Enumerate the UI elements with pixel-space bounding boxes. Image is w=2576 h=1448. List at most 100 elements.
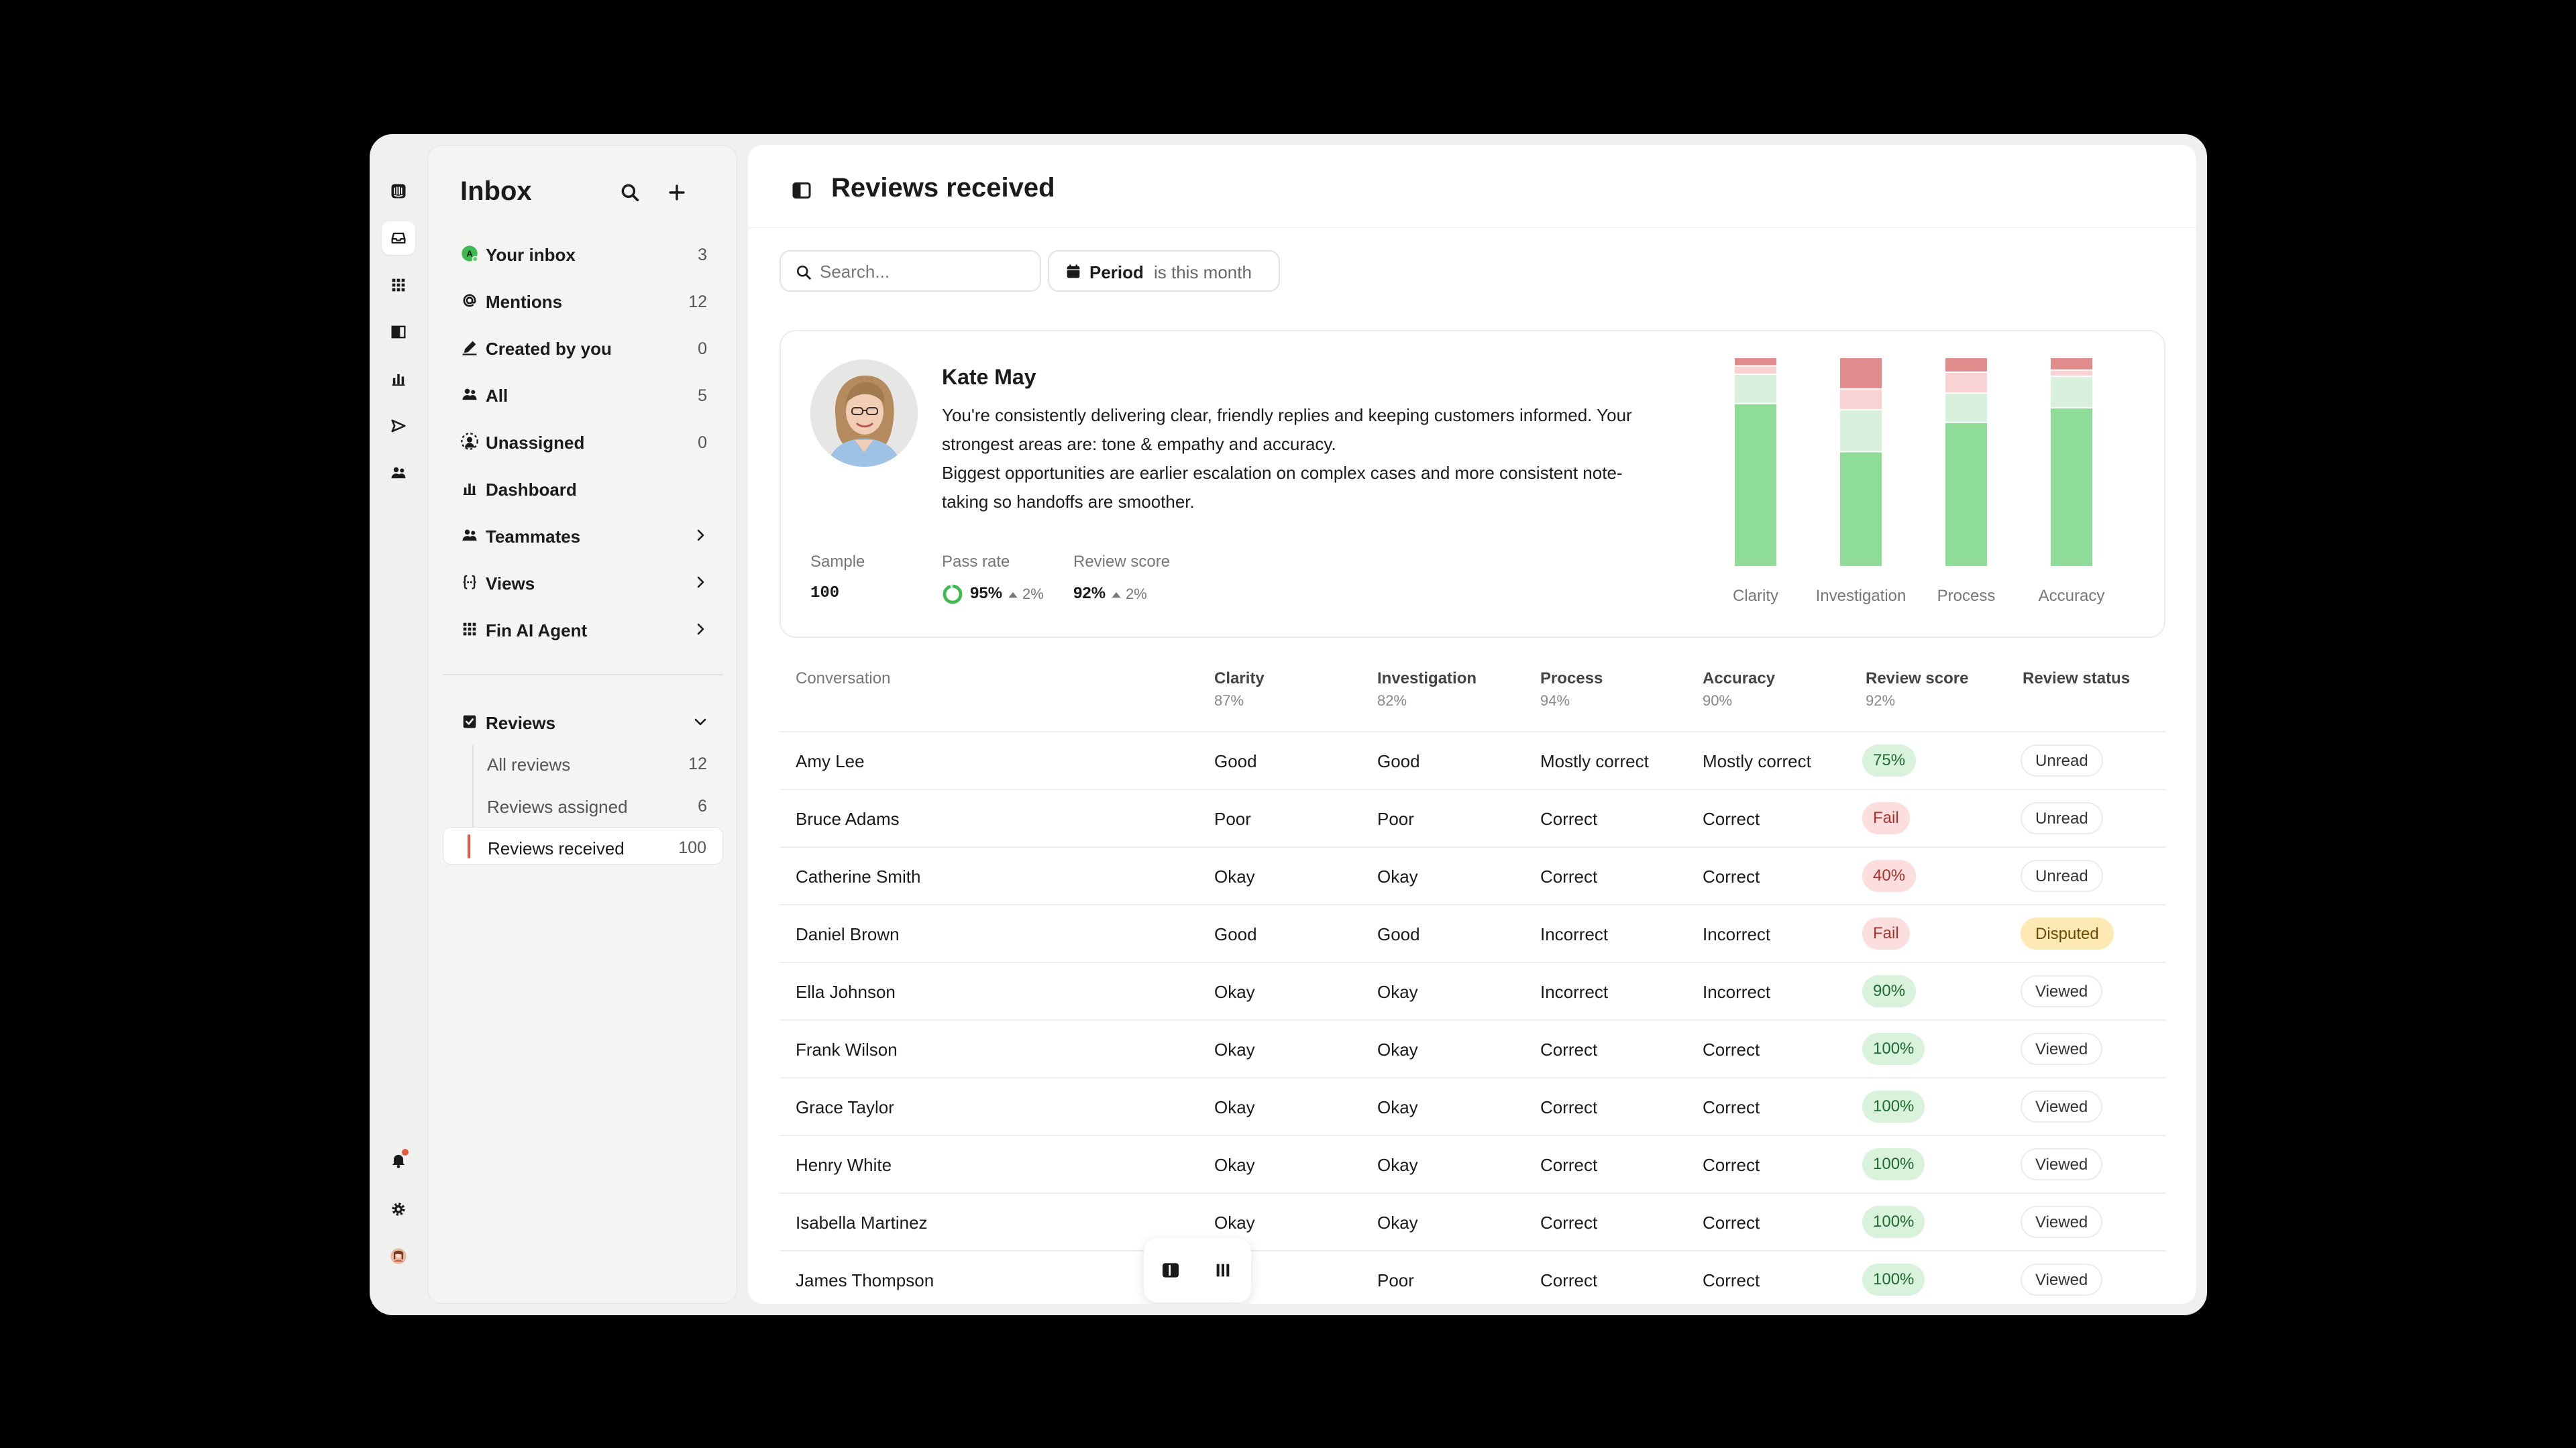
pass-rate-ring-icon [943, 584, 963, 604]
table-row[interactable]: Isabella Martinez Okay Okay Correct Correct 1… [780, 1192, 2165, 1250]
chevron-right-icon[interactable] [692, 621, 708, 637]
review-score-badge: 100% [1862, 1264, 1925, 1296]
cell-investigation: Poor [1377, 809, 1414, 829]
review-score-badge: 75% [1862, 744, 1917, 777]
people-icon [462, 529, 477, 541]
table-row[interactable]: Amy Lee Good Good Mostly correct Mostly corr… [780, 731, 2165, 789]
nav-item-all[interactable]: All 5 [443, 374, 723, 415]
period-filter[interactable]: Period is this month [1048, 250, 1280, 292]
nav-item-dashboard[interactable]: Dashboard [443, 467, 723, 509]
column-header-review-score[interactable]: Review score 92% [1866, 669, 1968, 710]
table-row[interactable]: Catherine Smith Okay Okay Correct Correct 40%… [780, 846, 2165, 904]
column-header-average: 82% [1377, 692, 1407, 709]
cell-accuracy: Incorrect [1703, 982, 1771, 1002]
bar-segment-accuracy-2 [2051, 370, 2092, 376]
panel-toggle-icon[interactable] [790, 178, 814, 203]
nav-item-your-inbox[interactable]: A Your inbox 3 [443, 233, 723, 274]
bar-chart-icon [463, 484, 476, 496]
cell-clarity: Okay [1214, 1040, 1255, 1060]
review-status-badge[interactable]: Unread [2021, 860, 2103, 892]
table-row[interactable]: Bruce Adams Poor Poor Correct Correct Fail Unr… [780, 789, 2165, 846]
nav-item-reviews[interactable]: Reviews [443, 701, 723, 742]
review-status-badge[interactable]: Viewed [2021, 1091, 2103, 1123]
review-status-badge[interactable]: Unread [2021, 744, 2103, 777]
review-score-badge: 40% [1862, 860, 1917, 892]
table-row[interactable]: Henry White Okay Okay Correct Correct 100% Vie… [780, 1135, 2165, 1192]
review-status-badge[interactable]: Viewed [2021, 1264, 2103, 1296]
review-status-badge[interactable]: Viewed [2021, 975, 2103, 1007]
column-header-accuracy[interactable]: Accuracy 90% [1703, 669, 1775, 710]
column-header-average: 94% [1540, 692, 1570, 709]
column-header-label: Investigation [1377, 669, 1477, 687]
cell-process: Incorrect [1540, 924, 1609, 944]
cell-name: Grace Taylor [796, 1097, 894, 1117]
nav-item-created-by-you[interactable]: Created by you 0 [443, 327, 723, 368]
cell-process: Mostly correct [1540, 751, 1649, 771]
sub-item-label: Reviews assigned [487, 797, 628, 817]
main-content: Reviews received Period is this month [748, 145, 2196, 1304]
sub-item-reviews-received[interactable]: Reviews received 100 [443, 827, 723, 865]
contacts-people-icon[interactable] [382, 456, 415, 490]
review-status-badge[interactable]: Disputed [2021, 917, 2114, 950]
sub-item-all-reviews[interactable]: All reviews 12 [443, 744, 723, 781]
nav-item-label: Unassigned [486, 433, 585, 453]
nav-item-views[interactable]: Views [443, 561, 723, 603]
search-box[interactable] [780, 250, 1041, 292]
reviewee-name: Kate May [942, 365, 1036, 389]
workspace-logo-icon[interactable] [382, 174, 415, 208]
chevron-down-icon[interactable] [692, 714, 708, 730]
notifications-bell-icon[interactable] [382, 1144, 415, 1177]
icon-rail [370, 134, 427, 1315]
table-row[interactable]: Daniel Brown Good Good Incorrect Incorrect Fa… [780, 904, 2165, 962]
add-icon[interactable] [665, 181, 688, 204]
sub-item-reviews-assigned[interactable]: Reviews assigned 6 [443, 786, 723, 824]
table-row[interactable]: James ThompsonPoorPoorCorrectCorrect100%… [780, 1250, 2165, 1304]
nav-item-fin-ai-agent[interactable]: Fin AI Agent [443, 608, 723, 650]
pass-rate-value: 95% [970, 584, 1003, 602]
nav-title: Inbox [460, 176, 532, 206]
chevron-right-icon[interactable] [692, 574, 708, 590]
columns-view-button[interactable] [1203, 1250, 1243, 1290]
app-window: Inbox A Your inbox 3 Mentions 12 Created… [370, 134, 2207, 1315]
pen-icon [462, 341, 477, 355]
column-header-clarity[interactable]: Clarity 87% [1214, 669, 1265, 710]
table-row[interactable]: Ella Johnson Okay Okay Incorrect Incorrect 90… [780, 962, 2165, 1019]
bar-segment-investigation-0 [1840, 452, 1882, 566]
column-header-investigation[interactable]: Investigation 82% [1377, 669, 1477, 710]
view-switcher [1144, 1238, 1251, 1302]
cell-name: James Thompson [796, 1270, 934, 1290]
list-view-button[interactable] [1150, 1250, 1191, 1290]
apps-grid-icon[interactable] [382, 268, 415, 302]
cell-name: Ella Johnson [796, 982, 896, 1002]
column-header-process[interactable]: Process 94% [1540, 669, 1603, 710]
bar-segment-accuracy-3 [2051, 358, 2092, 370]
summary-paragraph: You're consistently delivering clear, fr… [942, 405, 1632, 454]
review-status-badge[interactable]: Viewed [2021, 1148, 2103, 1180]
user-avatar[interactable] [382, 1239, 415, 1273]
review-status-badge[interactable]: Viewed [2021, 1206, 2103, 1238]
table-row[interactable]: Grace Taylor Okay Okay Correct Correct 100% Vi… [780, 1077, 2165, 1135]
outbound-send-icon[interactable] [382, 409, 415, 443]
nav-item-mentions[interactable]: Mentions 12 [443, 280, 723, 321]
search-input[interactable] [820, 260, 1028, 284]
cell-process: Correct [1540, 809, 1598, 829]
cell-accuracy: Correct [1703, 1040, 1760, 1060]
review-status-badge[interactable]: Unread [2021, 802, 2103, 834]
inbox-rail-icon[interactable] [382, 221, 415, 255]
summary-paragraph: Biggest opportunities are earlier escala… [942, 463, 1623, 512]
reports-chart-icon[interactable] [382, 362, 415, 396]
nav-item-unassigned[interactable]: Unassigned 0 [443, 421, 723, 462]
review-status-badge[interactable]: Viewed [2021, 1033, 2103, 1065]
knowledge-book-icon[interactable] [382, 315, 415, 349]
review-score-delta: 2% [1126, 586, 1147, 602]
review-score-label: Review score [1073, 553, 1171, 571]
cell-process: Correct [1540, 1270, 1598, 1290]
table-row[interactable]: Frank Wilson Okay Okay Correct Correct 100% Vi… [780, 1019, 2165, 1077]
column-header-review-status[interactable]: Review status [2023, 669, 2130, 688]
sample-value: 100 [810, 584, 840, 602]
chevron-right-icon[interactable] [692, 527, 708, 543]
settings-gear-icon[interactable] [382, 1192, 415, 1226]
nav-item-teammates[interactable]: Teammates [443, 514, 723, 556]
search-icon[interactable] [619, 181, 641, 204]
column-header-conversation[interactable]: Conversation [796, 669, 890, 688]
